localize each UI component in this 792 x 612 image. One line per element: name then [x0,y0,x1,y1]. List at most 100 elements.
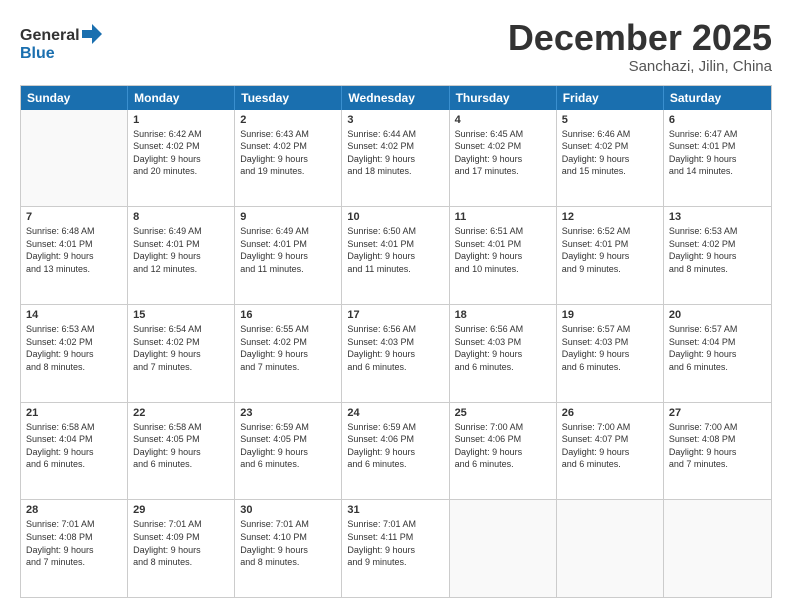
cell-info-line: Daylight: 9 hours [562,153,658,166]
cell-info-line: Daylight: 9 hours [455,348,551,361]
cell-info-line: Sunset: 4:01 PM [347,238,443,251]
cal-cell: 25Sunrise: 7:00 AMSunset: 4:06 PMDayligh… [450,403,557,500]
day-number: 21 [26,407,122,419]
cal-cell: 27Sunrise: 7:00 AMSunset: 4:08 PMDayligh… [664,403,771,500]
cell-info-line: Daylight: 9 hours [669,348,766,361]
cell-info-line: Sunset: 4:02 PM [133,336,229,349]
cell-info-line: and 13 minutes. [26,263,122,276]
cell-info-line: Sunrise: 6:59 AM [347,421,443,434]
cell-info-line: Sunset: 4:10 PM [240,531,336,544]
cell-info-line: Sunrise: 6:44 AM [347,128,443,141]
cell-info-line: Sunset: 4:01 PM [669,140,766,153]
location: Sanchazi, Jilin, China [508,58,772,75]
day-number: 22 [133,407,229,419]
cell-info-line: Sunset: 4:01 PM [26,238,122,251]
week-row-2: 7Sunrise: 6:48 AMSunset: 4:01 PMDaylight… [21,206,771,304]
cell-info-line: Sunrise: 6:45 AM [455,128,551,141]
cell-info-line: Sunset: 4:04 PM [669,336,766,349]
cal-cell: 12Sunrise: 6:52 AMSunset: 4:01 PMDayligh… [557,207,664,304]
cell-info-line: Sunset: 4:02 PM [347,140,443,153]
cell-info-line: Daylight: 9 hours [347,250,443,263]
cell-info-line: and 9 minutes. [347,556,443,569]
day-number: 25 [455,407,551,419]
day-number: 5 [562,114,658,126]
cell-info-line: Sunset: 4:02 PM [26,336,122,349]
day-number: 11 [455,211,551,223]
day-number: 16 [240,309,336,321]
cal-cell: 11Sunrise: 6:51 AMSunset: 4:01 PMDayligh… [450,207,557,304]
cell-info-line: Sunset: 4:08 PM [669,433,766,446]
cell-info-line: Sunset: 4:02 PM [455,140,551,153]
cell-info-line: Sunrise: 6:53 AM [669,225,766,238]
cell-info-line: and 8 minutes. [133,556,229,569]
cal-cell: 30Sunrise: 7:01 AMSunset: 4:10 PMDayligh… [235,500,342,597]
day-number: 7 [26,211,122,223]
cell-info-line: Sunrise: 6:57 AM [669,323,766,336]
cell-info-line: and 6 minutes. [562,361,658,374]
week-row-4: 21 Sunrise: 6:58 AMSunset: 4:04 PM Dayligh… [21,402,771,500]
day-number: 29 [133,504,229,516]
cell-info-line: and 20 minutes. [133,165,229,178]
cal-cell: 22Sunrise: 6:58 AMSunset: 4:05 PMDayligh… [128,403,235,500]
cal-cell: 29Sunrise: 7:01 AMSunset: 4:09 PMDayligh… [128,500,235,597]
cell-info-line: Sunrise: 7:01 AM [240,518,336,531]
calendar: SundayMondayTuesdayWednesdayThursdayFrid… [20,85,772,598]
cell-info-line: Sunrise: 6:49 AM [240,225,336,238]
cell-info-line: Daylight: 9 hours [240,446,336,459]
cell-info-line: and 8 minutes. [240,556,336,569]
cell-info-line: Sunrise: 6:56 AM [455,323,551,336]
cal-cell [21,110,128,207]
cell-info-line: and 6 minutes. [562,458,658,471]
header-cell-wednesday: Wednesday [342,86,449,110]
cell-info-line: Sunrise: 6:50 AM [347,225,443,238]
cell-info-line: Sunset: 4:04 PM [26,433,122,446]
cell-info-line: Daylight: 9 hours [455,153,551,166]
header-cell-tuesday: Tuesday [235,86,342,110]
cell-info-line: and 6 minutes. [133,458,229,471]
day-number: 8 [133,211,229,223]
day-number: 2 [240,114,336,126]
cell-info-line: Sunrise: 6:58 AM [26,421,122,434]
page: General Blue December 2025 Sanchazi, Jil… [0,0,792,612]
cal-cell: 3Sunrise: 6:44 AMSunset: 4:02 PMDaylight… [342,110,449,207]
cell-info-line: Sunrise: 6:47 AM [669,128,766,141]
cell-info-line: Sunrise: 6:43 AM [240,128,336,141]
cell-info-line: Daylight: 9 hours [240,348,336,361]
cell-info-line: and 18 minutes. [347,165,443,178]
month-title: December 2025 [508,18,772,58]
cell-info-line: and 6 minutes. [669,361,766,374]
cell-info-line: Sunset: 4:08 PM [26,531,122,544]
cell-info-line: Sunrise: 6:49 AM [133,225,229,238]
cal-cell [664,500,771,597]
cell-info-line: Daylight: 9 hours [669,446,766,459]
cell-info-line: Daylight: 9 hours [133,446,229,459]
cell-info-line: Sunset: 4:02 PM [562,140,658,153]
cell-info-line: and 17 minutes. [455,165,551,178]
day-number: 6 [669,114,766,126]
cal-cell: 14Sunrise: 6:53 AMSunset: 4:02 PMDayligh… [21,305,128,402]
cell-info-line: Daylight: 9 hours [562,446,658,459]
cell-info-line: and 6 minutes. [455,361,551,374]
cell-info-line: Sunrise: 7:00 AM [669,421,766,434]
cell-info-line: Sunset: 4:01 PM [240,238,336,251]
cell-info-line: Daylight: 9 hours [26,544,122,557]
cell-info-line: Sunrise: 7:00 AM [562,421,658,434]
day-number: 28 [26,504,122,516]
cell-info-line: Sunset: 4:01 PM [455,238,551,251]
cal-cell: 7Sunrise: 6:48 AMSunset: 4:01 PMDaylight… [21,207,128,304]
cal-cell: 1Sunrise: 6:42 AMSunset: 4:02 PMDaylight… [128,110,235,207]
cell-info-line: Sunset: 4:03 PM [562,336,658,349]
cell-info-line: and 7 minutes. [669,458,766,471]
cell-info-line: and 7 minutes. [133,361,229,374]
cell-info-line: Daylight: 9 hours [26,250,122,263]
cell-info-line: Daylight: 9 hours [347,446,443,459]
week-row-1: 1Sunrise: 6:42 AMSunset: 4:02 PMDaylight… [21,110,771,207]
day-number: 3 [347,114,443,126]
cell-info-line: Sunrise: 6:59 AM [240,421,336,434]
cell-info-line: Sunrise: 7:01 AM [26,518,122,531]
cal-cell: 31Sunrise: 7:01 AMSunset: 4:11 PMDayligh… [342,500,449,597]
header-cell-monday: Monday [128,86,235,110]
cell-info-line: Daylight: 9 hours [133,348,229,361]
cell-info-line: Daylight: 9 hours [669,250,766,263]
cell-info-line: Daylight: 9 hours [26,348,122,361]
